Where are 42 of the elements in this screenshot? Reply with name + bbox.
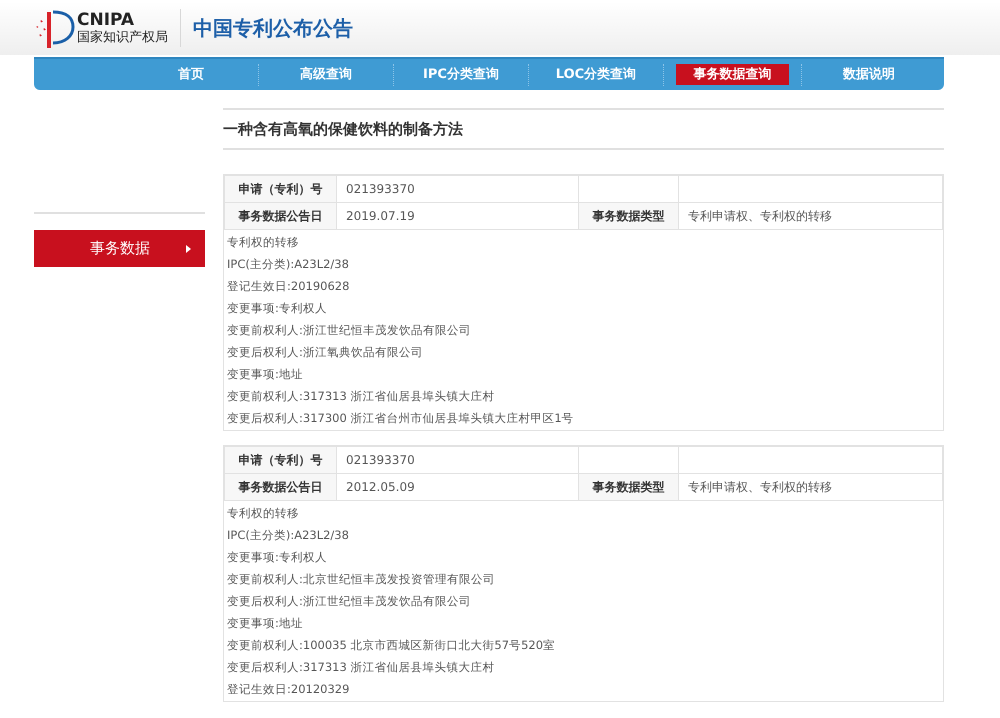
detail-line: 变更事项:地址 bbox=[227, 616, 303, 630]
caret-icon bbox=[186, 244, 191, 252]
table-cell: 021393370 bbox=[336, 176, 578, 202]
table-cell: 2012.05.09 bbox=[336, 474, 578, 500]
field-label: 事务数据公告日 bbox=[224, 474, 336, 500]
field-label: 事务数据类型 bbox=[578, 474, 678, 500]
sidebar-item[interactable]: 事务数据 bbox=[34, 230, 205, 267]
table-cell: 专利申请权、专利权的转移 bbox=[678, 474, 942, 500]
detail-line: 变更后权利人:浙江世纪恒丰茂发饮品有限公司 bbox=[227, 594, 471, 608]
detail-line: IPC(主分类):A23L2/38 bbox=[227, 528, 349, 542]
table-cell: 2019.07.19 bbox=[336, 202, 578, 230]
detail-line: IPC(主分类):A23L2/38 bbox=[227, 257, 349, 271]
detail-line: 变更前权利人:北京世纪恒丰茂发投资管理有限公司 bbox=[227, 572, 495, 586]
page-title: 一种含有高氧的保健饮料的制备方法 bbox=[223, 118, 463, 140]
site-title: 中国专利公布公告 bbox=[193, 14, 353, 42]
detail-line: 变更事项:地址 bbox=[227, 367, 303, 381]
field-label: 事务数据类型 bbox=[578, 202, 678, 230]
detail-line: 变更前权利人:浙江世纪恒丰茂发饮品有限公司 bbox=[227, 323, 471, 337]
detail-line: 变更后权利人:317300 浙江省台州市仙居县埠头镇大庄村甲区1号 bbox=[227, 411, 574, 425]
nav-tab[interactable]: 事务数据查询 bbox=[676, 64, 789, 85]
detail-line: 登记生效日:20190628 bbox=[227, 279, 350, 293]
field-label: 申请（专利）号 bbox=[224, 176, 336, 202]
table-cell: 专利申请权、专利权的转移 bbox=[678, 202, 942, 230]
detail-line: 变更事项:专利权人 bbox=[227, 550, 327, 564]
detail-line: 变更事项:专利权人 bbox=[227, 301, 327, 315]
nav-tab[interactable]: IPC分类查询 bbox=[406, 64, 516, 85]
detail-line: 变更前权利人:100035 北京市西城区新街口北大街57号520室 bbox=[227, 638, 556, 652]
detail-line: 变更后权利人:317313 浙江省仙居县埠头镇大庄村 bbox=[227, 660, 494, 674]
nav-tab[interactable]: 高级查询 bbox=[271, 64, 381, 85]
detail-line: 变更前权利人:317313 浙江省仙居县埠头镇大庄村 bbox=[227, 389, 494, 403]
logo-abbreviation: CNIPA bbox=[77, 12, 136, 28]
field-label: 事务数据公告日 bbox=[224, 202, 336, 230]
table-cell: 021393370 bbox=[336, 446, 578, 474]
field-label: 申请（专利）号 bbox=[224, 446, 336, 474]
nav-tab[interactable]: LOC分类查询 bbox=[541, 64, 651, 85]
nav-tab[interactable]: 数据说明 bbox=[814, 64, 924, 85]
logo-org-name: 国家知识产权局 bbox=[77, 30, 168, 44]
detail-line: 专利权的转移 bbox=[227, 506, 299, 520]
detail-line: 专利权的转移 bbox=[227, 235, 299, 249]
detail-line: 登记生效日:20120329 bbox=[227, 682, 350, 696]
nav-tab[interactable]: 首页 bbox=[136, 64, 246, 85]
detail-line: 变更后权利人:浙江氧典饮品有限公司 bbox=[227, 345, 423, 359]
